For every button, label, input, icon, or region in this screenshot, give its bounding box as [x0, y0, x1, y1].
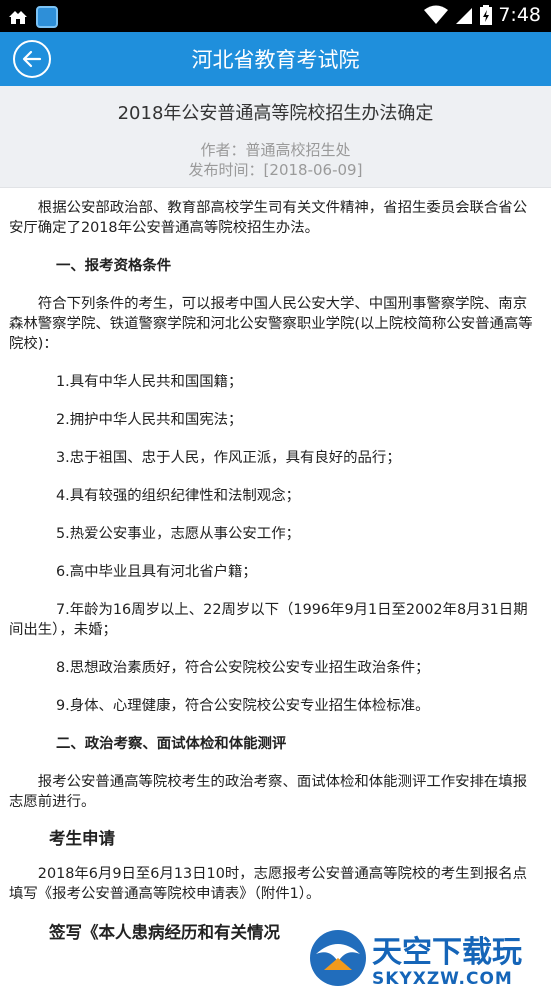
notification-home-icon: [9, 11, 27, 24]
status-right: 7:48: [424, 4, 541, 26]
status-time: 7:48: [498, 4, 541, 26]
wifi-icon: [424, 5, 449, 24]
article-title: 2018年公安普通高等院校招生办法确定: [117, 103, 434, 124]
status-left: [8, 6, 58, 28]
article-author: 作者：普通高校招生处: [200, 141, 351, 159]
watermark-logo: 天空下载玩 SKYXZW.COM: [310, 930, 522, 989]
article-header: 2018年公安普通高等院校招生办法确定 作者：普通高校招生处 发布时间：[201…: [0, 86, 551, 188]
app-bar: 河北省教育考试院: [0, 32, 551, 86]
section2-heading: 二、政治考察、面试体检和体能测评: [56, 736, 287, 752]
list-item: 4.具有较强的组织纪律性和法制观念；: [56, 488, 300, 504]
watermark-domain: SKYXZW.COM: [372, 969, 513, 989]
list-item: 9.身体、心理健康，符合公安院校公安专业招生体检标准。: [56, 698, 430, 714]
paragraph-intro: 根据公安部政治部、教育部高校学生司有关文件精神，省招生委员会联合省公安厅确定了2…: [9, 200, 528, 236]
app-title: 河北省教育考试院: [191, 48, 360, 72]
section1-intro: 符合下列条件的考生，可以报考中国人民公安大学、中国刑事警察学院、南京森林警察学院…: [9, 296, 533, 352]
list-item: 1.具有中华人民共和国国籍；: [56, 374, 243, 390]
list-item: 8.思想政治素质好，符合公安院校公安专业招生政治条件；: [56, 660, 430, 676]
watermark-brand: 天空下载玩: [372, 935, 522, 970]
list-item: 2.拥护中华人民共和国宪法；: [56, 412, 243, 428]
article-date: 发布时间：[2018-06-09]: [188, 161, 363, 179]
list-item: 5.热爱公安事业，志愿从事公安工作；: [56, 526, 300, 542]
list-item: 6.高中毕业且具有河北省户籍；: [56, 564, 257, 580]
section1-heading: 一、报考资格条件: [56, 258, 172, 274]
subheading-apply: 考生申请: [49, 829, 115, 848]
section2-intro: 报考公安普通高等院校考生的政治考察、面试体检和体能测评工作安排在填报志愿前进行。: [9, 774, 528, 810]
watermark: 天空下载玩 SKYXZW.COM: [298, 928, 551, 989]
list-item: 7.年龄为16周岁以上、22周岁以下（1996年9月1日至2002年8月31日期…: [9, 602, 528, 638]
battery-icon: [480, 5, 493, 25]
apply-paragraph: 2018年6月9日至6月13日10时，志愿报考公安普通高等院校的考生到报名点填写…: [9, 866, 528, 902]
list-item: 3.忠于祖国、忠于人民，作风正派，具有良好的品行；: [56, 450, 401, 466]
app-notification-icon: [36, 6, 58, 28]
article-body[interactable]: 根据公安部政治部、教育部高校学生司有关文件精神，省招生委员会联合省公安厅确定了2…: [0, 196, 551, 989]
signal-icon: [456, 8, 473, 24]
status-bar: 7:48: [0, 0, 551, 32]
